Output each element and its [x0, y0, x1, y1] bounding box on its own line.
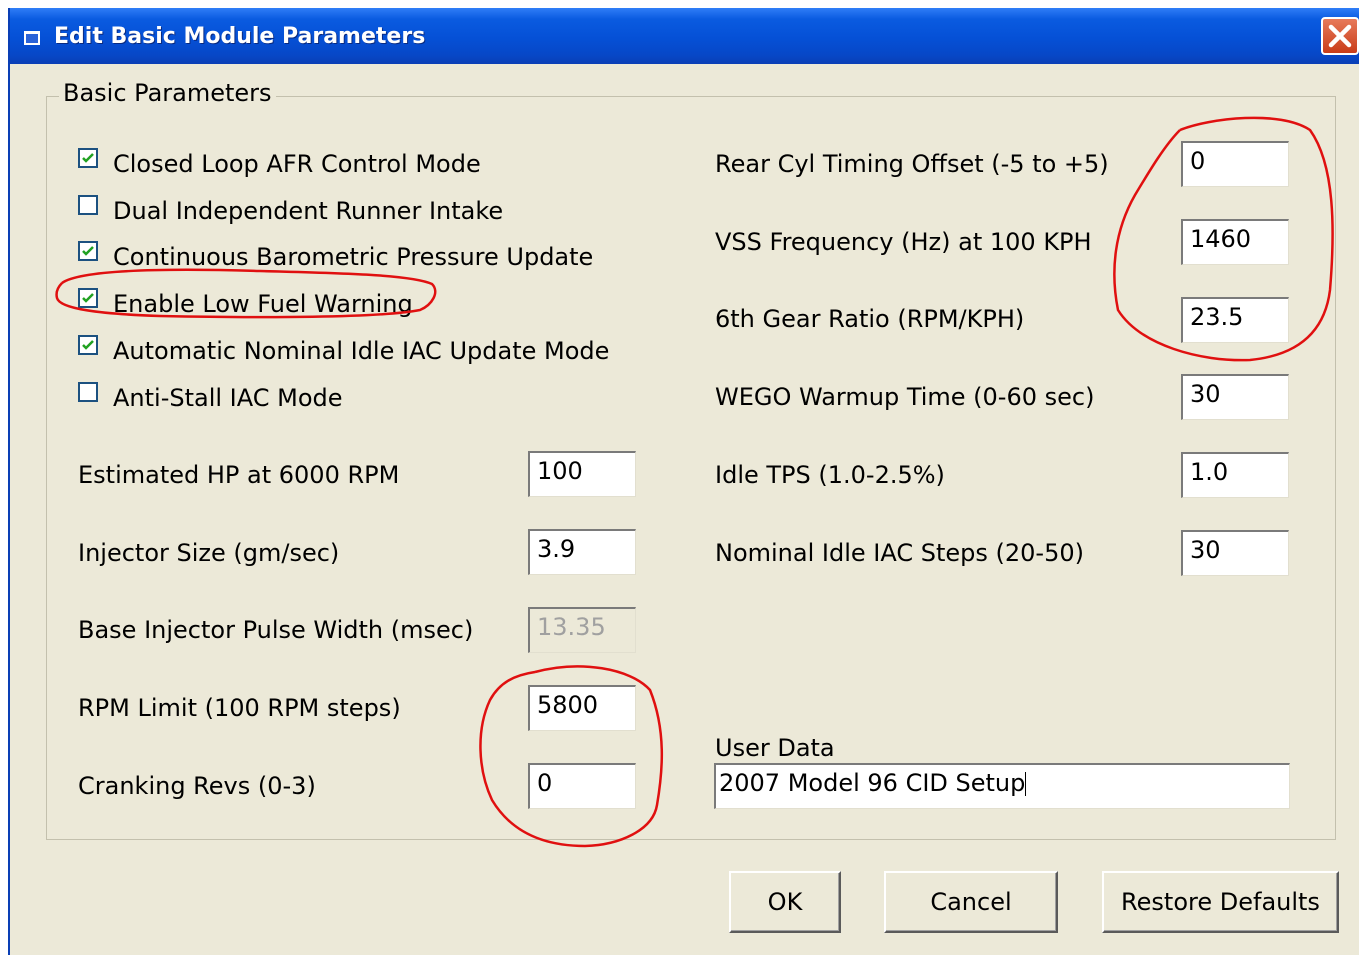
estimated-hp-label: Estimated HP at 6000 RPM: [78, 461, 400, 489]
user-data-value: 2007 Model 96 CID Setup: [719, 769, 1026, 797]
checkbox-box[interactable]: [78, 195, 98, 215]
injector-size-input[interactable]: 3.9: [528, 529, 636, 575]
checkbox-label: Continuous Barometric Pressure Update: [113, 243, 594, 271]
wego-warmup-input[interactable]: 30: [1181, 374, 1289, 420]
cranking-revs-input[interactable]: 0: [528, 763, 636, 809]
dialog-window: Edit Basic Module Parameters Basic Param…: [8, 8, 1359, 955]
checkmark-icon: [82, 340, 94, 350]
checkbox-label: Anti-Stall IAC Mode: [113, 384, 343, 412]
close-x-icon: [1328, 24, 1352, 48]
checkbox-label: Enable Low Fuel Warning: [113, 290, 413, 318]
text-cursor: [1025, 772, 1027, 796]
checkbox-box[interactable]: [78, 382, 98, 402]
cancel-button[interactable]: Cancel: [884, 871, 1058, 933]
injector-size-label: Injector Size (gm/sec): [78, 539, 340, 567]
checkbox-box[interactable]: [78, 288, 98, 308]
user-data-input[interactable]: 2007 Model 96 CID Setup: [714, 763, 1290, 809]
rpm-limit-label: RPM Limit (100 RPM steps): [78, 694, 401, 722]
title-bar[interactable]: Edit Basic Module Parameters: [10, 8, 1359, 64]
checkbox-box[interactable]: [78, 335, 98, 355]
close-button[interactable]: [1321, 17, 1359, 55]
window-title: Edit Basic Module Parameters: [54, 24, 426, 49]
gear-ratio-input[interactable]: 23.5: [1181, 297, 1289, 343]
cranking-revs-label: Cranking Revs (0-3): [78, 772, 316, 800]
checkbox-box[interactable]: [78, 148, 98, 168]
pulse-width-input: 13.35: [528, 607, 636, 653]
checkbox-label: Closed Loop AFR Control Mode: [113, 150, 481, 178]
checkmark-icon: [82, 246, 94, 256]
rpm-limit-input[interactable]: 5800: [528, 685, 636, 731]
idle-iac-steps-input[interactable]: 30: [1181, 530, 1289, 576]
idle-iac-steps-label: Nominal Idle IAC Steps (20-50): [715, 539, 1084, 567]
vss-frequency-input[interactable]: 1460: [1181, 219, 1289, 265]
app-window-icon: [24, 30, 40, 45]
wego-warmup-label: WEGO Warmup Time (0-60 sec): [715, 383, 1095, 411]
idle-tps-label: Idle TPS (1.0-2.5%): [715, 461, 945, 489]
checkbox-box[interactable]: [78, 241, 98, 261]
estimated-hp-input[interactable]: 100: [528, 451, 636, 497]
checkbox-label: Automatic Nominal Idle IAC Update Mode: [113, 337, 610, 365]
checkmark-icon: [82, 153, 94, 163]
group-legend: Basic Parameters: [59, 79, 276, 107]
restore-defaults-button[interactable]: Restore Defaults: [1102, 871, 1339, 933]
checkmark-icon: [82, 293, 94, 303]
checkbox-label: Dual Independent Runner Intake: [113, 197, 504, 225]
idle-tps-input[interactable]: 1.0: [1181, 452, 1289, 498]
pulse-width-label: Base Injector Pulse Width (msec): [78, 616, 474, 644]
rear-cyl-timing-label: Rear Cyl Timing Offset (-5 to +5): [715, 150, 1109, 178]
gear-ratio-label: 6th Gear Ratio (RPM/KPH): [715, 305, 1025, 333]
ok-button[interactable]: OK: [729, 871, 841, 933]
rear-cyl-timing-input[interactable]: 0: [1181, 141, 1289, 187]
vss-frequency-label: VSS Frequency (Hz) at 100 KPH: [715, 228, 1092, 256]
user-data-label: User Data: [715, 734, 835, 762]
